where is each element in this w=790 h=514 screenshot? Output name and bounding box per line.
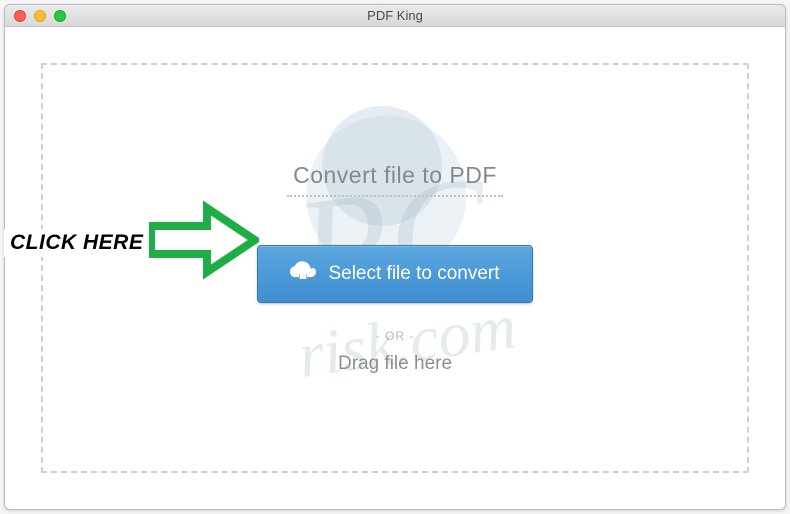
drop-zone[interactable]: Convert file to PDF Select file to conve… bbox=[41, 63, 749, 473]
cloud-upload-icon bbox=[290, 260, 316, 288]
window-controls bbox=[14, 10, 66, 22]
select-file-button-label: Select file to convert bbox=[328, 263, 499, 285]
minimize-icon[interactable] bbox=[34, 10, 46, 22]
window-title: PDF King bbox=[5, 5, 785, 27]
close-icon[interactable] bbox=[14, 10, 26, 22]
or-divider: - OR - bbox=[376, 329, 415, 343]
app-window: PDF King PC risk.com Convert file to PDF… bbox=[4, 4, 786, 510]
page-title: Convert file to PDF bbox=[287, 162, 503, 197]
drag-hint: Drag file here bbox=[338, 353, 452, 375]
titlebar: PDF King bbox=[5, 5, 785, 27]
zoom-icon[interactable] bbox=[54, 10, 66, 22]
select-file-button[interactable]: Select file to convert bbox=[257, 245, 532, 303]
